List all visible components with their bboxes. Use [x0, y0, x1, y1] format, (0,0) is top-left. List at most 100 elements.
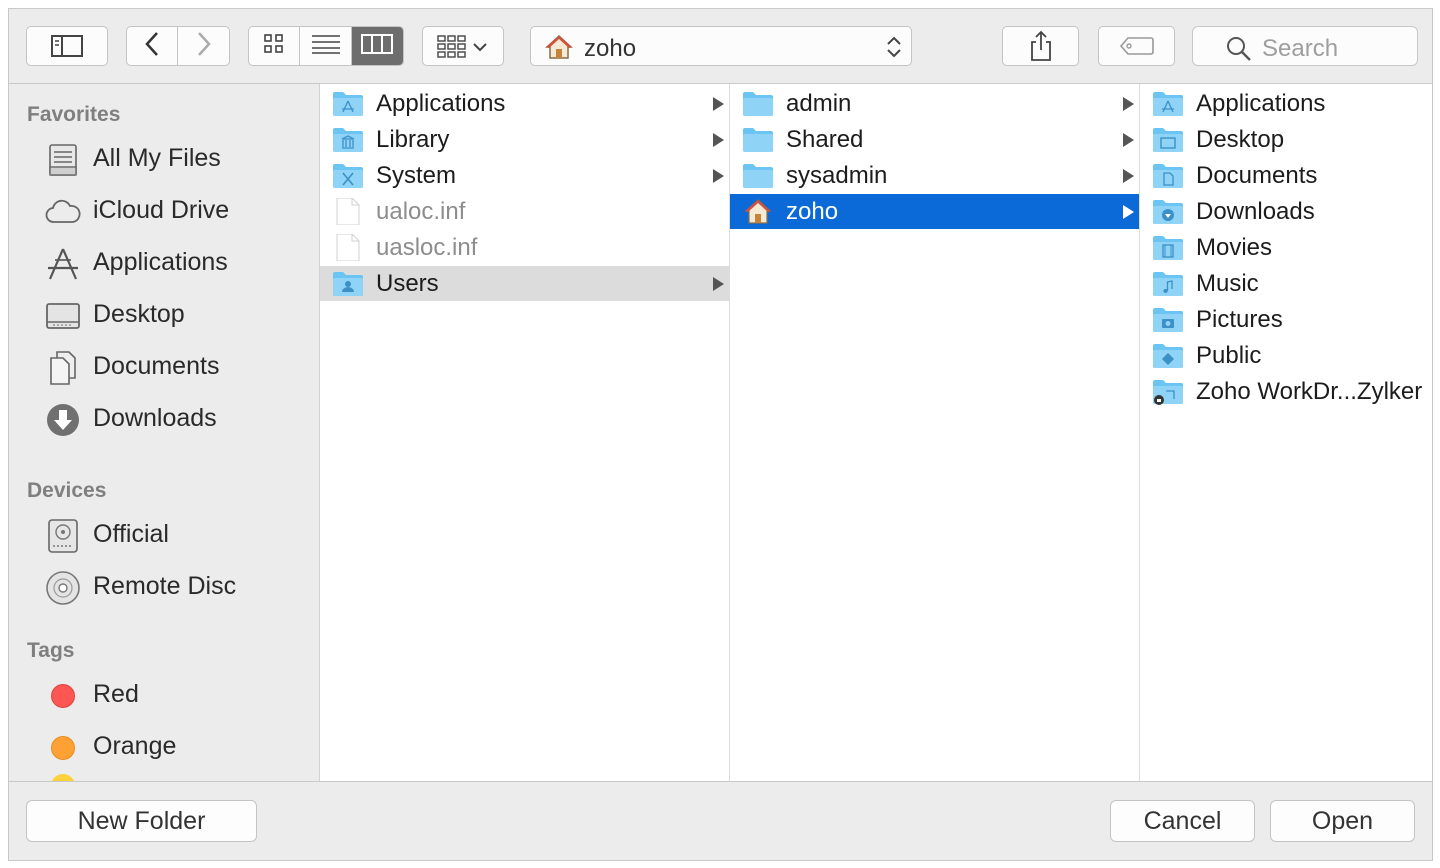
- list-item[interactable]: Public: [1140, 338, 1432, 373]
- sidebar-item-label: Orange: [93, 732, 177, 760]
- new-folder-button[interactable]: New Folder: [26, 800, 257, 842]
- music-folder-icon: [1153, 272, 1183, 296]
- search-placeholder: Search: [1262, 35, 1339, 62]
- sidebar-toggle-button[interactable]: [26, 26, 108, 66]
- item-name: Zoho WorkDr...Zylker: [1196, 378, 1423, 405]
- list-view-button[interactable]: [300, 27, 352, 65]
- list-item[interactable]: admin: [730, 86, 1139, 121]
- folder-icon: [743, 164, 773, 188]
- list-item[interactable]: uasloc.inf: [320, 230, 729, 265]
- list-item[interactable]: Applications: [1140, 86, 1432, 121]
- list-item[interactable]: Movies: [1140, 230, 1432, 265]
- sidebar: Favorites All My Files iCloud Drive Appl…: [9, 84, 320, 781]
- list-item[interactable]: Zoho WorkDr...Zylker: [1140, 374, 1432, 409]
- list-item[interactable]: Desktop: [1140, 122, 1432, 157]
- columns-icon: [361, 33, 394, 60]
- sidebar-item-all-my-files[interactable]: All My Files: [9, 136, 319, 182]
- sidebar-item-icloud-drive[interactable]: iCloud Drive: [9, 188, 319, 234]
- grid-icon: [263, 33, 285, 60]
- path-popup[interactable]: zoho: [530, 26, 912, 66]
- downloads-icon: [45, 402, 81, 438]
- sidebar-item-documents[interactable]: Documents: [9, 344, 319, 390]
- disclosure-arrow-icon: [1123, 97, 1134, 111]
- list-item-selected[interactable]: Users: [320, 266, 729, 301]
- sidebar-item-remote-disc[interactable]: Remote Disc: [9, 564, 319, 610]
- item-name: Applications: [1196, 90, 1326, 117]
- share-button[interactable]: [1002, 26, 1079, 66]
- item-name: Applications: [376, 90, 506, 117]
- tags-button[interactable]: [1098, 26, 1175, 66]
- list-item[interactable]: Library: [320, 122, 729, 157]
- icon-view-button[interactable]: [249, 27, 301, 65]
- view-mode-control: [248, 26, 404, 66]
- sidebar-item-label: Downloads: [93, 404, 217, 432]
- column-view-button[interactable]: [351, 27, 403, 65]
- applications-icon: [45, 246, 81, 282]
- list-item[interactable]: Shared: [730, 122, 1139, 157]
- list-item[interactable]: sysadmin: [730, 158, 1139, 193]
- list-item[interactable]: ualoc.inf: [320, 194, 729, 229]
- item-name: Music: [1196, 270, 1259, 297]
- sidebar-item-official[interactable]: Official: [9, 512, 319, 558]
- desktop-icon: [45, 298, 81, 334]
- forward-button[interactable]: [178, 27, 229, 65]
- home-icon: [545, 34, 573, 65]
- arrange-button[interactable]: [422, 26, 504, 66]
- chevron-right-icon: [196, 31, 212, 62]
- item-name: Shared: [786, 126, 864, 153]
- list-item[interactable]: System: [320, 158, 729, 193]
- browser-column-users: admin Shared sysadmin zoho: [730, 84, 1140, 781]
- item-name: sysadmin: [786, 162, 888, 189]
- movies-folder-icon: [1153, 236, 1183, 260]
- list-item[interactable]: Downloads: [1140, 194, 1432, 229]
- cancel-button[interactable]: Cancel: [1110, 800, 1255, 842]
- item-name: admin: [786, 90, 852, 117]
- item-name: Users: [376, 270, 439, 297]
- open-button[interactable]: Open: [1270, 800, 1415, 842]
- tags-header: Tags: [27, 639, 75, 662]
- applications-folder-icon: [333, 92, 363, 116]
- back-button[interactable]: [127, 27, 179, 65]
- disc-icon: [45, 570, 81, 606]
- sidebar-item-label: All My Files: [93, 144, 221, 172]
- share-icon: [1028, 30, 1054, 62]
- search-field[interactable]: Search: [1192, 26, 1418, 66]
- home-icon: [744, 199, 772, 224]
- disclosure-arrow-icon: [1123, 205, 1134, 219]
- list-item[interactable]: Applications: [320, 86, 729, 121]
- list-item-selected[interactable]: zoho: [730, 194, 1139, 229]
- public-folder-icon: [1153, 344, 1183, 368]
- sidebar-item-desktop[interactable]: Desktop: [9, 292, 319, 338]
- item-name: System: [376, 162, 457, 189]
- updown-chevron-icon: [885, 34, 903, 65]
- disclosure-arrow-icon: [713, 169, 724, 183]
- sidebar-item-label: Remote Disc: [93, 572, 237, 600]
- sidebar-tag-red[interactable]: Red: [9, 672, 319, 718]
- list-item[interactable]: Documents: [1140, 158, 1432, 193]
- applications-folder-icon: [1153, 92, 1183, 116]
- sidebar-item-applications[interactable]: Applications: [9, 240, 319, 286]
- browser-column-zoho: Applications Desktop Documents Downloads…: [1140, 84, 1432, 781]
- sidebar-item-label: Official: [93, 520, 169, 548]
- file-open-dialog: zoho Search Favorites All My Files iClou: [8, 8, 1433, 861]
- shared-folder-icon: [1153, 380, 1183, 405]
- list-icon: [311, 33, 341, 60]
- library-folder-icon: [333, 128, 363, 152]
- disclosure-arrow-icon: [1123, 169, 1134, 183]
- list-item[interactable]: Music: [1140, 266, 1432, 301]
- item-name: uasloc.inf: [376, 234, 478, 261]
- yellow-tag-dot-partial: [51, 774, 75, 781]
- list-item[interactable]: Pictures: [1140, 302, 1432, 337]
- devices-header: Devices: [27, 479, 107, 502]
- disclosure-arrow-icon: [1123, 133, 1134, 147]
- users-folder-icon: [333, 272, 363, 296]
- hard-drive-icon: [45, 518, 81, 554]
- sidebar-toggle-icon: [51, 35, 83, 57]
- red-tag-dot: [51, 684, 75, 708]
- sidebar-item-label: iCloud Drive: [93, 196, 230, 224]
- document-file-icon: [336, 198, 360, 225]
- item-name: Library: [376, 126, 450, 153]
- sidebar-item-label: Documents: [93, 352, 220, 380]
- sidebar-item-downloads[interactable]: Downloads: [9, 396, 319, 442]
- sidebar-tag-orange[interactable]: Orange: [9, 724, 319, 770]
